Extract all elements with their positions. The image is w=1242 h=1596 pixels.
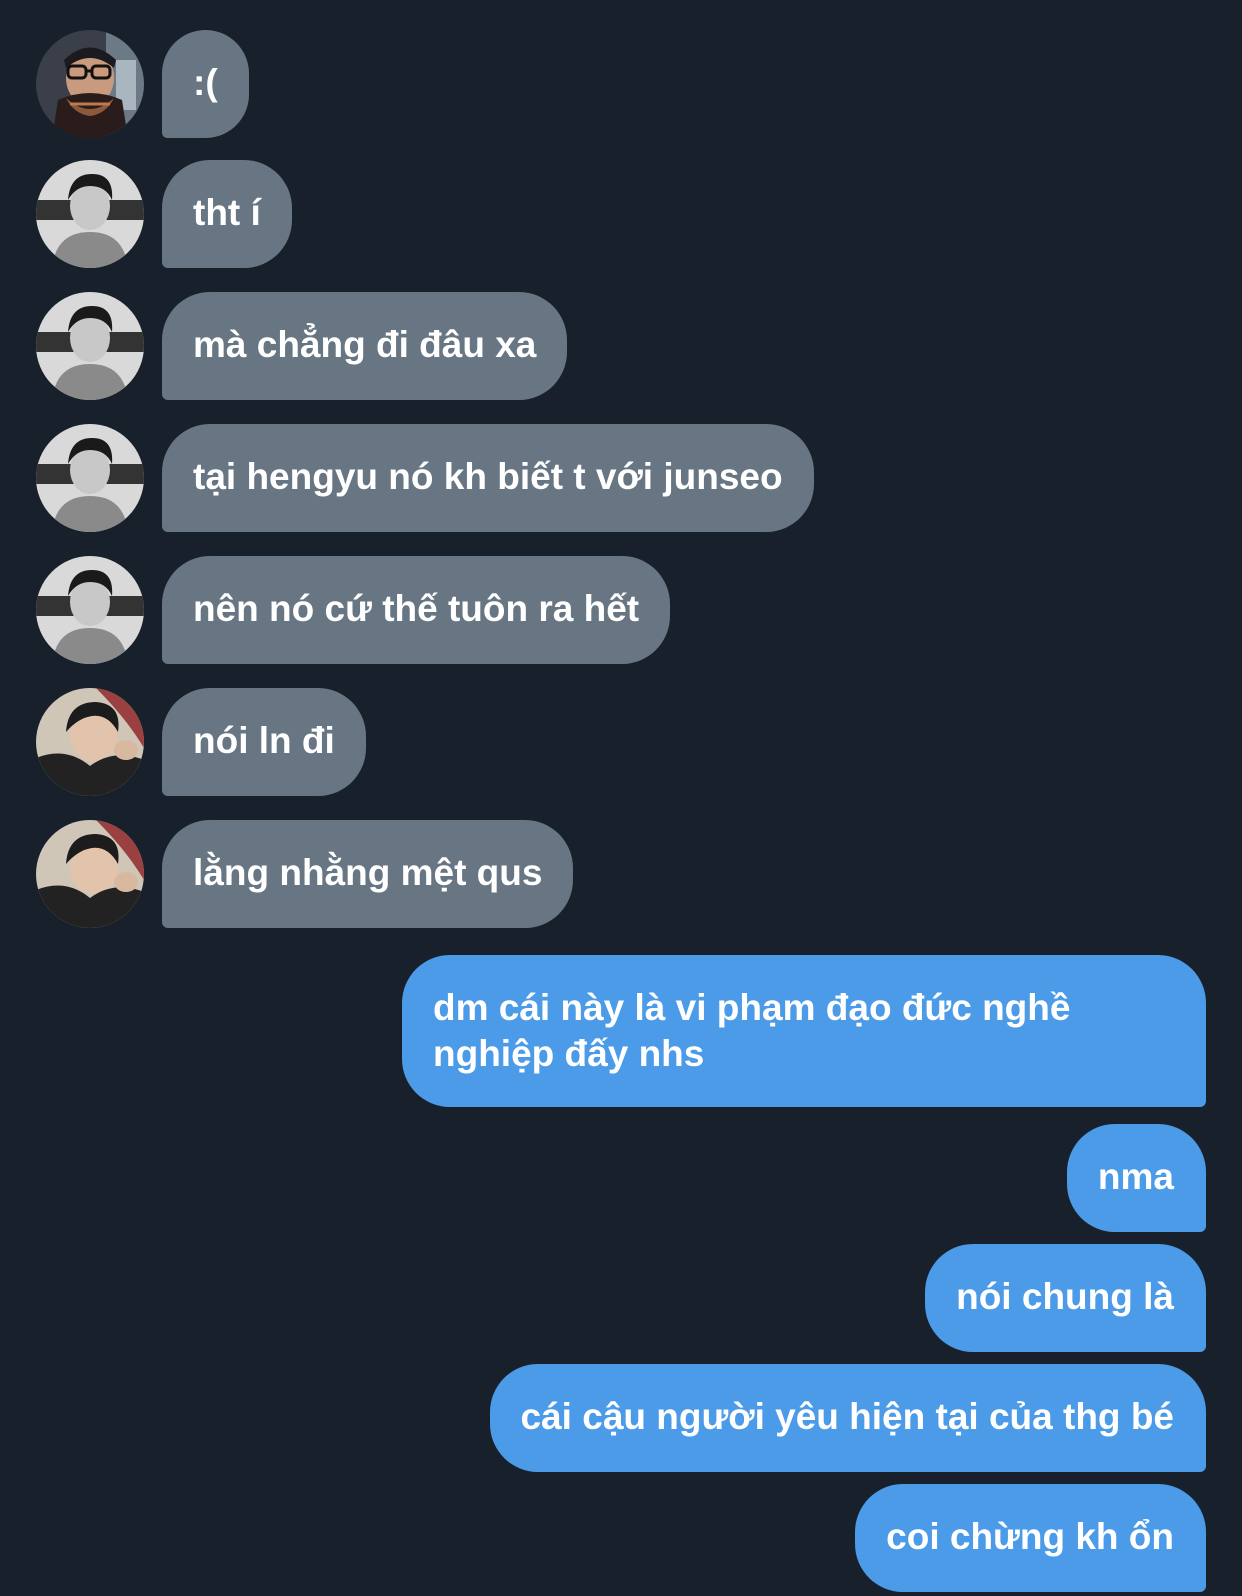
avatar-selfie-hood[interactable] bbox=[36, 820, 144, 928]
message-bubble[interactable]: :( bbox=[162, 30, 249, 138]
message-thread[interactable]: :( tht í mà chẳng đi đâu xa tại hengyu n… bbox=[0, 0, 1242, 1596]
message-bubble[interactable]: nma bbox=[1066, 1124, 1206, 1232]
message-bubble[interactable]: mà chẳng đi đâu xa bbox=[162, 292, 568, 400]
message-bubble[interactable]: dm cái này là vi phạm đạo đức nghề nghiệ… bbox=[402, 955, 1206, 1107]
message-bubble[interactable]: nói chung là bbox=[925, 1244, 1206, 1352]
message-bubble[interactable]: coi chừng kh ổn bbox=[855, 1484, 1206, 1592]
message-bubble[interactable]: tht í bbox=[162, 160, 292, 268]
avatar-glasses-scarf[interactable] bbox=[36, 30, 144, 138]
message-bubble[interactable]: tại hengyu nó kh biết t với junseo bbox=[162, 424, 814, 532]
message-bubble[interactable]: nên nó cứ thế tuôn ra hết bbox=[162, 556, 671, 664]
avatar-bw-portrait[interactable] bbox=[36, 292, 144, 400]
message-bubble[interactable]: cái cậu người yêu hiện tại của thg bé bbox=[489, 1364, 1206, 1472]
avatar-selfie-hood[interactable] bbox=[36, 688, 144, 796]
message-bubble[interactable]: nói ln đi bbox=[162, 688, 366, 796]
avatar-bw-portrait[interactable] bbox=[36, 556, 144, 664]
message-bubble[interactable]: lằng nhằng mệt qus bbox=[162, 820, 574, 928]
avatar-bw-portrait[interactable] bbox=[36, 160, 144, 268]
avatar-bw-portrait[interactable] bbox=[36, 424, 144, 532]
